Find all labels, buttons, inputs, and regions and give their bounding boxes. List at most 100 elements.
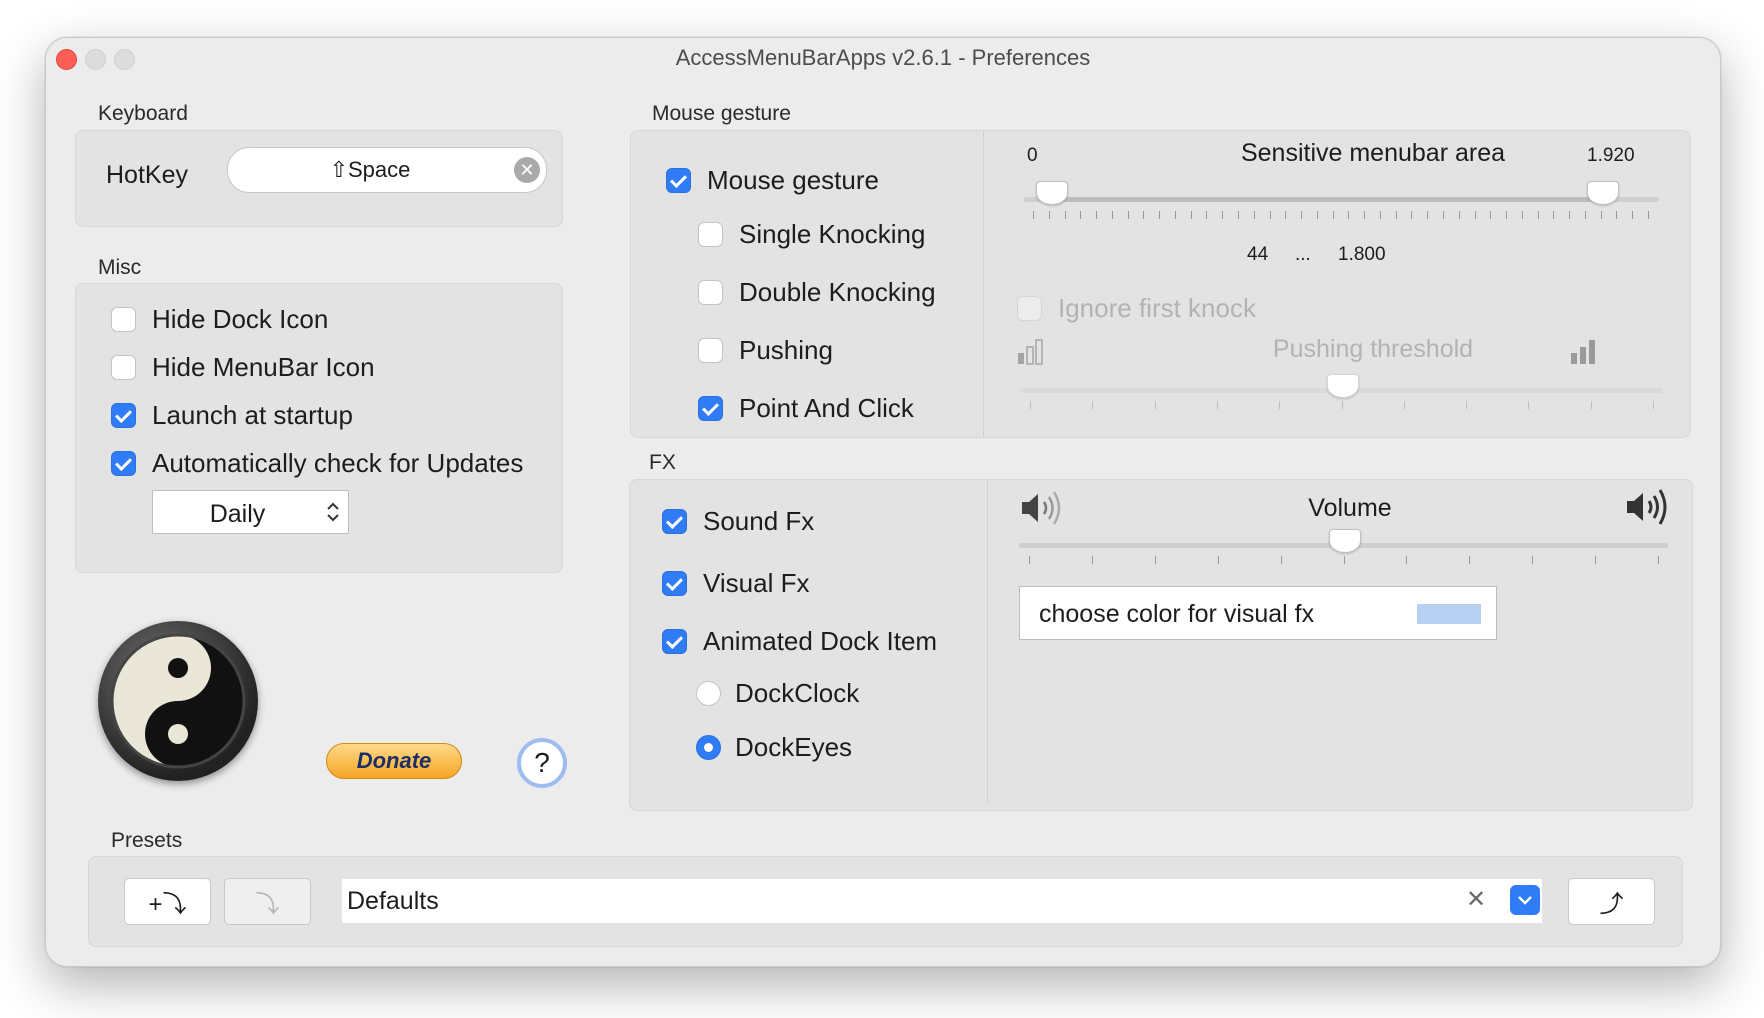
slider-tick — [1343, 556, 1345, 564]
help-button[interactable]: ? — [517, 738, 567, 788]
slider-tick — [1154, 556, 1156, 564]
slider-tick — [1537, 211, 1539, 219]
volume-label: Volume — [1308, 494, 1392, 522]
slider-tick — [1029, 556, 1030, 564]
slider-tick — [1127, 211, 1129, 219]
checkbox-mark — [662, 629, 687, 654]
single-knocking-checkbox[interactable]: Single Knocking — [698, 219, 925, 250]
sensitive-area-separator: ... — [1295, 244, 1311, 265]
slider-tick — [1341, 401, 1343, 409]
slider-tick — [1521, 211, 1523, 219]
donate-button[interactable]: Donate — [326, 743, 462, 779]
visual-fx-checkbox[interactable]: Visual Fx — [662, 568, 809, 599]
mouse-gesture-checkbox[interactable]: Mouse gesture — [666, 165, 879, 196]
dockeyes-radio[interactable]: DockEyes — [696, 732, 852, 763]
launch-at-startup-checkbox[interactable]: Launch at startup — [111, 400, 353, 431]
keyboard-panel: HotKey ⇧Space ✕ — [75, 130, 563, 227]
sensitive-area-max-label: 1.920 — [1587, 145, 1635, 166]
slider-tick — [1092, 401, 1094, 409]
slider-tick — [1532, 556, 1534, 564]
slider-tick — [1528, 401, 1530, 409]
update-frequency-select[interactable]: Daily — [152, 490, 349, 534]
checkbox-mark — [698, 396, 723, 421]
slider-tick — [1316, 211, 1318, 219]
slider-tick — [1395, 211, 1397, 219]
visual-fx-color-button[interactable]: choose color for visual fx — [1019, 586, 1497, 640]
pushing-threshold-thumb[interactable] — [1326, 374, 1359, 398]
window-title: AccessMenuBarApps v2.6.1 - Preferences — [675, 45, 1091, 70]
mouse-gesture-section-label: Mouse gesture — [652, 102, 791, 125]
slider-tick — [1064, 211, 1066, 219]
preferences-window: AccessMenuBarApps v2.6.1 - Preferences K… — [45, 37, 1721, 967]
dockclock-radio[interactable]: DockClock — [696, 678, 859, 709]
title-bar: AccessMenuBarApps v2.6.1 - Preferences — [46, 38, 1720, 78]
add-preset-button[interactable]: +⤵ — [124, 878, 211, 925]
slider-tick — [1474, 211, 1476, 219]
slider-tick — [1379, 211, 1381, 219]
sound-fx-checkbox[interactable]: Sound Fx — [662, 506, 814, 537]
keyboard-section-label: Keyboard — [98, 102, 188, 125]
hotkey-field[interactable]: ⇧Space ✕ — [227, 147, 547, 193]
checkbox-mark — [698, 338, 723, 363]
slider-tick — [1080, 211, 1082, 219]
sensitive-area-low-thumb[interactable] — [1036, 181, 1068, 205]
slider-tick — [1174, 211, 1176, 219]
auto-update-checkbox[interactable]: Automatically check for Updates — [111, 448, 523, 479]
checkbox-label: Pushing — [739, 335, 833, 365]
slider-tick — [1216, 401, 1218, 409]
slider-tick — [1490, 211, 1492, 219]
slider-tick — [1206, 211, 1208, 219]
slider-tick — [1406, 556, 1408, 564]
sensitive-area-high-thumb[interactable] — [1587, 181, 1619, 205]
donate-label: Donate — [356, 748, 432, 773]
slider-tick — [1427, 211, 1429, 219]
checkbox-label: Animated Dock Item — [703, 626, 938, 656]
checkbox-mark — [698, 280, 723, 305]
double-knocking-checkbox[interactable]: Double Knocking — [698, 277, 936, 308]
slider-tick — [1280, 556, 1282, 564]
volume-thumb[interactable] — [1328, 529, 1361, 553]
checkbox-label: Visual Fx — [703, 568, 810, 598]
slider-tick — [1469, 556, 1471, 564]
animated-dock-item-checkbox[interactable]: Animated Dock Item — [662, 626, 937, 657]
slider-tick — [1332, 211, 1334, 219]
slider-tick — [1269, 211, 1271, 219]
slider-tick — [1364, 211, 1366, 219]
slider-tick — [1653, 401, 1654, 409]
slider-tick — [1222, 211, 1224, 219]
slider-tick — [1600, 211, 1602, 219]
radio-dot — [696, 735, 721, 760]
slider-tick — [1033, 211, 1034, 219]
clear-hotkey-icon[interactable]: ✕ — [514, 157, 540, 183]
checkbox-label: Automatically check for Updates — [152, 448, 524, 478]
slider-tick — [1466, 401, 1468, 409]
slider-tick — [1658, 556, 1659, 564]
pushing-threshold-label: Pushing threshold — [1272, 335, 1474, 363]
slider-tick — [1506, 211, 1508, 219]
checkbox-mark — [1017, 296, 1042, 321]
speaker-high-icon — [1627, 489, 1667, 525]
hide-dock-icon-checkbox[interactable]: Hide Dock Icon — [111, 304, 328, 335]
slider-tick — [1285, 211, 1287, 219]
export-preset-button[interactable]: ⤴ — [1568, 878, 1655, 925]
clear-preset-icon[interactable]: ✕ — [1466, 885, 1486, 914]
pushing-checkbox[interactable]: Pushing — [698, 335, 833, 366]
chevron-down-icon — [1518, 896, 1532, 905]
preset-dropdown-button[interactable] — [1510, 885, 1540, 915]
checkbox-mark — [111, 403, 136, 428]
apply-preset-button[interactable]: ⤵ — [224, 878, 311, 925]
color-button-label: choose color for visual fx — [1039, 600, 1315, 628]
sensitive-area-high-value: 1.800 — [1338, 244, 1386, 265]
preset-combobox[interactable]: Defaults ✕ — [342, 879, 1542, 923]
hide-menubar-icon-checkbox[interactable]: Hide MenuBar Icon — [111, 352, 375, 383]
slider-tick — [1111, 211, 1113, 219]
slider-tick — [1159, 211, 1161, 219]
checkbox-mark — [666, 168, 691, 193]
presets-section-label: Presets — [111, 829, 183, 852]
panel-divider — [987, 480, 988, 802]
ignore-first-knock-checkbox[interactable]: Ignore first knock — [1017, 293, 1256, 324]
radio-label: DockClock — [735, 678, 860, 708]
color-swatch — [1417, 604, 1481, 624]
slider-tick — [1190, 211, 1192, 219]
point-and-click-checkbox[interactable]: Point And Click — [698, 393, 914, 424]
